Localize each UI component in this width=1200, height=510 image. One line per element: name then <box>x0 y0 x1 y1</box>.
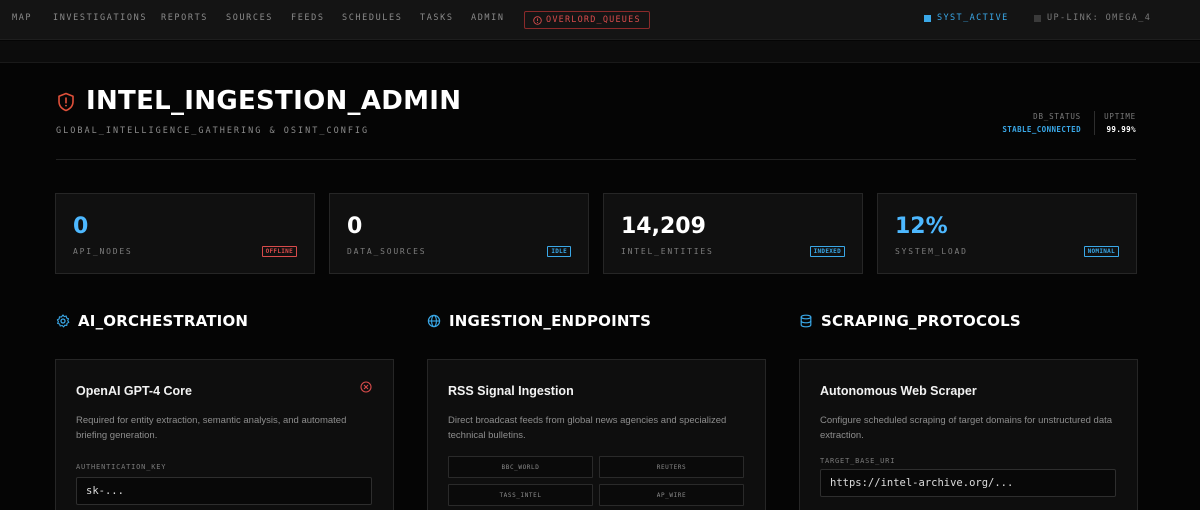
stat-value: 0 <box>73 214 89 239</box>
nav-item-sources[interactable]: SOURCES <box>226 13 273 23</box>
stat-label: API_NODES <box>73 247 133 256</box>
nav-item-feeds[interactable]: FEEDS <box>291 13 325 23</box>
nav-item-admin[interactable]: ADMIN <box>471 13 505 23</box>
database-icon <box>800 314 812 328</box>
top-nav: MAP INVESTIGATIONS REPORTS SOURCES FEEDS… <box>0 0 1200 40</box>
uplink-status: UP-LINK: OMEGA_4 <box>1034 13 1151 23</box>
section-title: AI_ORCHESTRATION <box>78 312 249 330</box>
sub-bar <box>0 41 1200 63</box>
panel-web-scraper: Autonomous Web Scraper Configure schedul… <box>799 359 1138 510</box>
uptime-status: UPTIME 99.99% <box>1104 112 1136 134</box>
shield-alert-icon <box>58 92 74 112</box>
stat-card-api-nodes: 0 API_NODES OFFLINE <box>55 193 315 274</box>
panel-title: RSS Signal Ingestion <box>448 384 574 398</box>
auth-key-label: AUTHENTICATION_KEY <box>76 463 167 471</box>
header-divider <box>56 159 1136 160</box>
uplink-square-icon <box>1034 14 1041 22</box>
status-divider <box>1094 111 1095 135</box>
nav-item-reports[interactable]: REPORTS <box>161 13 208 23</box>
uplink-label: UP-LINK: OMEGA_4 <box>1047 13 1152 23</box>
alert-circle-icon <box>533 15 542 25</box>
auth-key-input[interactable]: sk-... <box>76 477 372 505</box>
feed-chip-ap-wire[interactable]: AP_WIRE <box>599 484 744 506</box>
nav-item-investigations[interactable]: INVESTIGATIONS <box>53 13 147 23</box>
uptime-label: UPTIME <box>1104 112 1136 121</box>
panel-description: Configure scheduled scraping of target d… <box>820 415 1113 441</box>
close-circle-icon[interactable] <box>360 381 372 393</box>
feed-chip-tass-intel[interactable]: TASS_INTEL <box>448 484 593 506</box>
db-status-value: STABLE_CONNECTED <box>1002 125 1081 134</box>
status-badge: OFFLINE <box>261 246 297 257</box>
db-status: DB_STATUS STABLE_CONNECTED <box>1002 112 1081 134</box>
overlord-queues-label: OVERLORD_QUEUES <box>546 15 641 25</box>
panel-title: Autonomous Web Scraper <box>820 384 977 398</box>
status-badge: NOMINAL <box>1083 246 1119 257</box>
section-title: INGESTION_ENDPOINTS <box>449 312 652 330</box>
panel-description: Required for entity extraction, semantic… <box>76 415 347 441</box>
status-badge: INDEXED <box>809 246 845 257</box>
db-status-label: DB_STATUS <box>1033 112 1081 121</box>
panel-title: OpenAI GPT-4 Core <box>76 384 192 398</box>
stat-label: DATA_SOURCES <box>347 247 427 256</box>
panel-openai: OpenAI GPT-4 Core Required for entity ex… <box>55 359 394 510</box>
globe-icon <box>427 314 441 328</box>
stat-card-intel-entities: 14,209 INTEL_ENTITIES INDEXED <box>603 193 863 274</box>
feed-chip-bbc-world[interactable]: BBC_WORLD <box>448 456 593 478</box>
nav-item-schedules[interactable]: SCHEDULES <box>342 13 402 23</box>
feed-chip-reuters[interactable]: REUTERS <box>599 456 744 478</box>
target-uri-label: TARGET_BASE_URI <box>820 457 896 465</box>
overlord-queues-button[interactable]: OVERLORD_QUEUES <box>524 11 650 29</box>
stat-value: 14,209 <box>621 214 706 239</box>
panel-rss: RSS Signal Ingestion Direct broadcast fe… <box>427 359 766 510</box>
stat-value: 12% <box>895 214 948 239</box>
stat-value: 0 <box>347 214 363 239</box>
section-ai-orchestration: AI_ORCHESTRATION <box>56 312 248 330</box>
gear-icon <box>56 314 70 328</box>
stat-label: SYSTEM_LOAD <box>895 247 968 256</box>
panel-description: Direct broadcast feeds from global news … <box>448 415 727 441</box>
status-square-icon <box>924 14 931 22</box>
section-scraping-protocols: SCRAPING_PROTOCOLS <box>799 312 1021 330</box>
page-subtitle: GLOBAL_INTELLIGENCE_GATHERING & OSINT_CO… <box>56 126 370 136</box>
uptime-value: 99.99% <box>1106 125 1136 134</box>
section-title: SCRAPING_PROTOCOLS <box>821 312 1021 330</box>
section-ingestion-endpoints: INGESTION_ENDPOINTS <box>427 312 651 330</box>
status-badge: IDLE <box>547 246 571 257</box>
nav-item-tasks[interactable]: TASKS <box>420 13 454 23</box>
nav-item-map[interactable]: MAP <box>12 13 32 23</box>
page-title: INTEL_INGESTION_ADMIN <box>86 86 462 116</box>
system-status: SYST_ACTIVE <box>924 13 1009 23</box>
target-uri-input[interactable]: https://intel-archive.org/... <box>820 469 1116 497</box>
stat-card-system-load: 12% SYSTEM_LOAD NOMINAL <box>877 193 1137 274</box>
stat-label: INTEL_ENTITIES <box>621 247 714 256</box>
system-status-label: SYST_ACTIVE <box>937 13 1009 23</box>
stat-card-data-sources: 0 DATA_SOURCES IDLE <box>329 193 589 274</box>
